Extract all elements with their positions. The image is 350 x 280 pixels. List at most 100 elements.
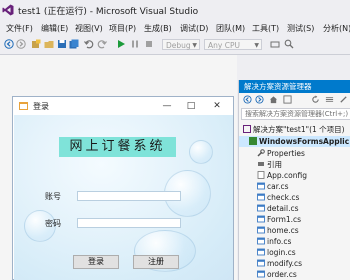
form-file-icon [257,226,265,234]
tree-item-solution[interactable]: 解决方案"test1"(1 个项目) [243,124,345,135]
find-icon[interactable] [284,39,294,49]
configuration-value: Debug [166,41,191,50]
tree-item-label: WindowsFormsApplic [259,137,350,146]
tree-item-label: modify.cs [267,259,303,268]
minimize-button[interactable]: — [157,99,177,113]
wrench-icon [257,149,265,157]
vs-title-bar: test1 (正在运行) - Microsoft Visual Studio [0,0,350,20]
tree-item-file[interactable]: login.cs [257,247,296,258]
tree-item-label: order.cs [267,270,297,279]
standard-toolbar: Debug ▼ Any CPU ▼ [0,36,350,55]
menu-debug[interactable]: 调试(D) [180,23,208,34]
form-file-icon [257,182,265,190]
password-label: 密码 [45,219,61,228]
menu-edit[interactable]: 编辑(E) [41,23,68,34]
tree-item-label: info.cs [267,237,292,246]
menu-analyze[interactable]: 分析(N) [323,23,350,34]
visual-studio-window: test1 (正在运行) - Microsoft Visual Studio 文… [0,0,350,280]
login-form-title: 登录 [33,102,49,111]
pause-icon[interactable] [130,39,140,49]
background-bubble [189,140,213,164]
solution-explorer-panel: 解决方案资源管理器 搜索解决方案资源管理器(Ctrl+;) 解决方案"test1… [238,80,350,280]
config-file-icon [257,171,265,179]
solution-explorer-toolbar [239,93,350,107]
tree-item-file[interactable]: detail.cs [257,203,299,214]
account-input[interactable] [77,191,181,201]
properties-icon[interactable] [339,95,348,104]
login-form-window: 登录 — □ ✕ 网上订餐系统 账号 密码 登录 注册 [12,96,234,280]
system-banner-title: 网上订餐系统 [59,137,176,157]
form-window-icon [19,102,28,110]
sync-icon[interactable] [283,95,292,104]
form-file-icon [257,259,265,267]
tree-item-file[interactable]: home.cs [257,225,299,236]
collapse-all-icon[interactable] [325,95,334,104]
refresh-icon[interactable] [311,95,320,104]
menu-tools[interactable]: 工具(T) [252,23,279,34]
menu-file[interactable]: 文件(F) [6,23,33,34]
tree-item-file[interactable]: Form1.cs [257,214,301,225]
login-button[interactable]: 登录 [73,255,119,269]
tree-item-label: 引用 [267,160,282,169]
register-button[interactable]: 注册 [133,255,179,269]
form-file-icon [257,248,265,256]
menu-build[interactable]: 生成(B) [144,23,172,34]
tree-item-label: detail.cs [267,204,299,213]
save-all-icon[interactable] [69,39,79,49]
open-file-icon[interactable] [44,39,54,49]
undo-icon[interactable] [84,39,94,49]
login-form-title-bar: 登录 — □ ✕ [13,97,233,115]
references-icon [258,162,264,166]
search-placeholder: 搜索解决方案资源管理器(Ctrl+;) [245,110,349,118]
menu-bar: 文件(F) 编辑(E) 视图(V) 项目(P) 生成(B) 调试(D) 团队(M… [0,20,350,36]
csharp-project-icon [249,137,257,145]
password-input[interactable] [77,218,181,228]
tree-item-file[interactable]: car.cs [257,181,289,192]
tree-item-label: home.cs [267,226,299,235]
menu-team[interactable]: 团队(M) [216,23,245,34]
tree-item-project[interactable]: WindowsFormsApplic [239,136,350,147]
visual-studio-logo-icon [2,4,14,16]
save-icon[interactable] [57,39,67,49]
forward-icon[interactable] [16,39,26,49]
form-file-icon [257,270,265,278]
form-file-icon [257,204,265,212]
solution-icon [243,125,251,133]
tree-item-file[interactable]: modify.cs [257,258,302,269]
tree-item-label: Form1.cs [267,215,302,224]
menu-project[interactable]: 项目(P) [109,23,136,34]
chevron-down-icon: ▼ [254,42,259,49]
tree-item-app-config[interactable]: App.config [257,170,307,181]
form-file-icon [257,193,265,201]
form-file-icon [257,237,265,245]
tree-item-file[interactable]: info.cs [257,236,291,247]
attach-icon[interactable] [270,39,280,49]
vs-window-title: test1 (正在运行) - Microsoft Visual Studio [18,7,199,17]
platform-value: Any CPU [208,41,240,50]
close-button[interactable]: ✕ [207,99,227,113]
home-icon[interactable] [269,95,278,104]
tree-item-properties[interactable]: Properties [257,148,305,159]
redo-icon[interactable] [97,39,107,49]
menu-test[interactable]: 测试(S) [287,23,314,34]
tree-item-label: check.cs [267,193,300,202]
stop-icon[interactable] [144,39,154,49]
new-project-icon[interactable] [31,39,41,49]
start-debug-icon[interactable] [116,39,126,49]
back-icon[interactable] [243,95,252,104]
tree-item-references[interactable]: 引用 [257,159,282,170]
tree-item-file[interactable]: check.cs [257,192,299,203]
account-label: 账号 [45,192,61,201]
tree-item-label: 解决方案"test1"(1 个项目) [253,125,345,134]
solution-platform-dropdown[interactable]: Any CPU ▼ [204,39,262,50]
solution-explorer-search[interactable]: 搜索解决方案资源管理器(Ctrl+;) [241,108,350,120]
menu-view[interactable]: 视图(V) [75,23,103,34]
back-icon[interactable] [4,39,14,49]
tree-item-file[interactable]: order.cs [257,269,297,280]
form-file-icon [257,215,265,223]
maximize-button[interactable]: □ [181,99,201,113]
forward-icon[interactable] [255,95,264,104]
tree-item-label: car.cs [267,182,289,191]
solution-explorer-title: 解决方案资源管理器 [239,80,350,93]
solution-configuration-dropdown[interactable]: Debug ▼ [162,39,200,50]
